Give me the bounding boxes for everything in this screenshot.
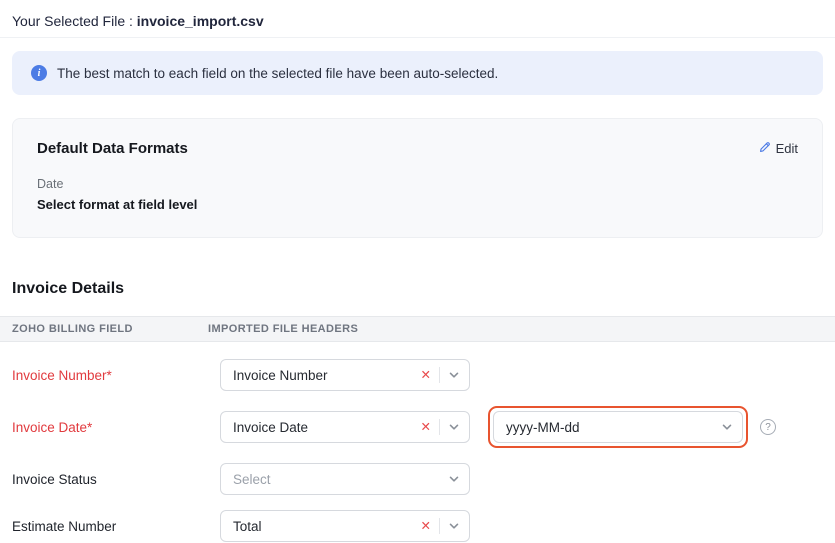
pencil-icon <box>758 141 771 157</box>
date-format-highlight: yyyy-MM-dd <box>488 406 748 448</box>
select-value: Total <box>233 519 421 534</box>
info-banner-text: The best match to each field on the sele… <box>57 66 498 81</box>
field-label-invoice-status: Invoice Status <box>12 472 220 487</box>
chevron-down-icon[interactable] <box>448 520 460 532</box>
clear-icon[interactable]: ✕ <box>421 520 431 533</box>
edit-label: Edit <box>776 141 798 156</box>
edit-button[interactable]: Edit <box>758 141 798 157</box>
field-label-estimate-number: Estimate Number <box>12 519 220 534</box>
column-zoho-billing-field: ZOHO BILLING FIELD <box>0 323 208 335</box>
table-header-row: ZOHO BILLING FIELD IMPORTED FILE HEADERS <box>0 316 835 342</box>
field-label-invoice-date: Invoice Date* <box>12 420 220 435</box>
date-format-label: Date <box>37 177 798 191</box>
chevron-down-icon[interactable] <box>721 421 733 433</box>
table-row-invoice-status: Invoice Status Select <box>12 463 823 495</box>
header-select-estimate-number[interactable]: Total ✕ <box>220 510 470 542</box>
column-imported-file-headers: IMPORTED FILE HEADERS <box>208 323 358 335</box>
clear-icon[interactable]: ✕ <box>421 369 431 382</box>
header-select-invoice-number[interactable]: Invoice Number ✕ <box>220 359 470 391</box>
date-format-value: Select format at field level <box>37 197 798 212</box>
select-value: yyyy-MM-dd <box>506 420 721 435</box>
card-title: Default Data Formats <box>37 140 188 157</box>
chevron-down-icon[interactable] <box>448 421 460 433</box>
clear-icon[interactable]: ✕ <box>421 421 431 434</box>
select-placeholder: Select <box>233 472 448 487</box>
chevron-down-icon[interactable] <box>448 473 460 485</box>
field-label-invoice-number: Invoice Number* <box>12 368 220 383</box>
section-title: Invoice Details <box>12 280 823 298</box>
date-format-select[interactable]: yyyy-MM-dd <box>493 411 743 443</box>
import-mapping-page: Your Selected File : invoice_import.csv … <box>0 0 835 542</box>
header-select-invoice-status[interactable]: Select <box>220 463 470 495</box>
chevron-down-icon[interactable] <box>448 369 460 381</box>
selected-file-label: Your Selected File : <box>12 13 133 29</box>
select-divider <box>439 518 440 534</box>
select-divider <box>439 367 440 383</box>
table-row-estimate-number: Estimate Number Total ✕ <box>12 510 823 542</box>
info-banner: i The best match to each field on the se… <box>12 51 823 95</box>
info-icon: i <box>31 65 47 81</box>
select-value: Invoice Date <box>233 420 421 435</box>
select-divider <box>439 419 440 435</box>
table-row-invoice-date: Invoice Date* Invoice Date ✕ yyyy-MM-dd … <box>12 406 823 448</box>
help-icon[interactable]: ? <box>760 419 776 435</box>
default-data-formats-card: Default Data Formats Edit Date Select fo… <box>12 118 823 238</box>
header-select-invoice-date[interactable]: Invoice Date ✕ <box>220 411 470 443</box>
selected-file-row: Your Selected File : invoice_import.csv <box>0 0 835 38</box>
table-row-invoice-number: Invoice Number* Invoice Number ✕ <box>12 359 823 391</box>
selected-file-name: invoice_import.csv <box>137 13 264 29</box>
select-value: Invoice Number <box>233 368 421 383</box>
